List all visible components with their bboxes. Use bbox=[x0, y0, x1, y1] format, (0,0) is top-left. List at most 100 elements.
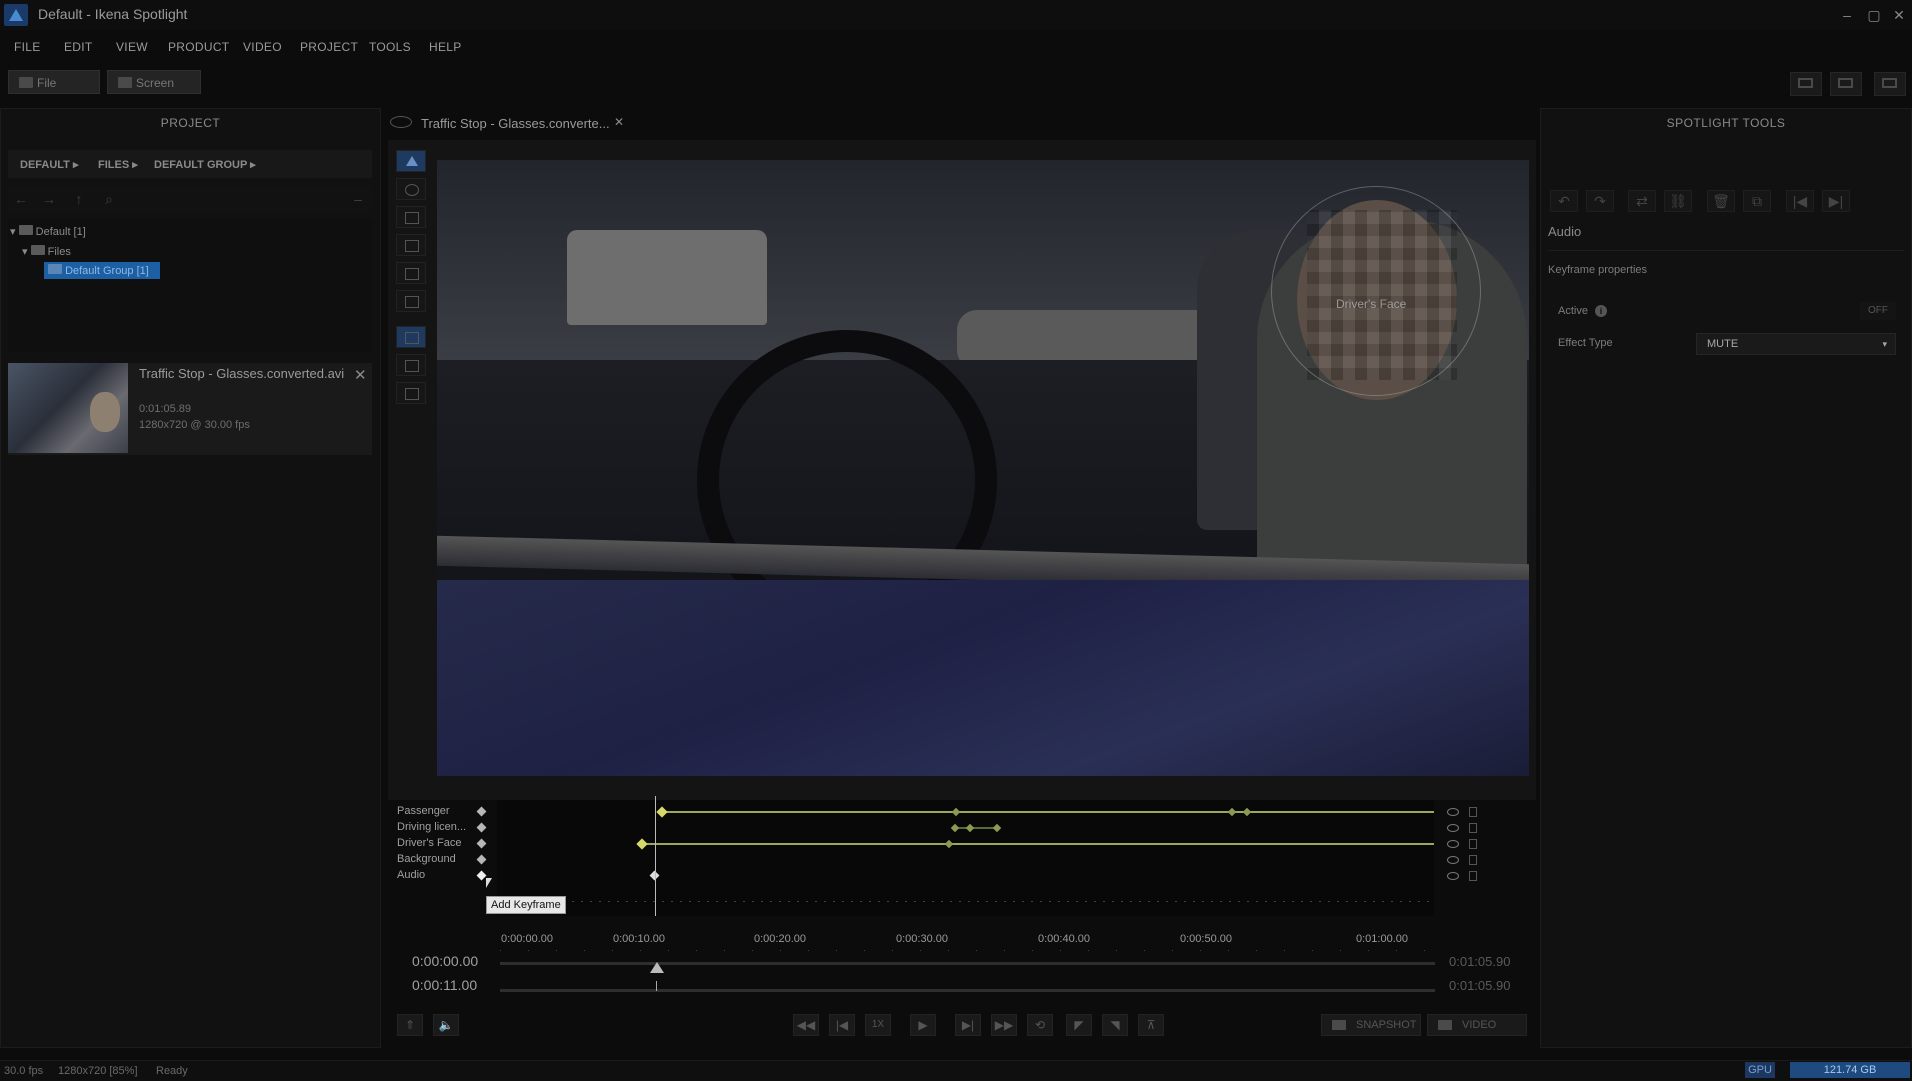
tick-label: 0:00:10.00 bbox=[613, 933, 665, 945]
menu-edit[interactable]: EDIT bbox=[64, 40, 93, 54]
door-panel-shape bbox=[437, 580, 1529, 776]
menu-project[interactable]: PROJECT bbox=[300, 40, 358, 54]
menu-video[interactable]: VIDEO bbox=[243, 40, 282, 54]
tree-item-default-group[interactable]: Default Group [1] bbox=[48, 264, 149, 277]
breadcrumb-files[interactable]: FILES ▸ bbox=[98, 158, 138, 171]
rectangle-tool-icon[interactable] bbox=[396, 206, 426, 228]
first-keyframe-icon[interactable]: |◀ bbox=[1786, 190, 1814, 212]
select-tool-icon[interactable] bbox=[396, 150, 426, 172]
track-label-audio[interactable]: Audio bbox=[397, 869, 425, 881]
delete-icon[interactable]: 🗑 bbox=[1707, 190, 1735, 212]
search-icon[interactable]: ⌕ bbox=[100, 191, 118, 207]
screen-mode-button[interactable]: Screen bbox=[107, 70, 201, 94]
step-forward-icon[interactable]: ▶| bbox=[955, 1014, 981, 1036]
video-layout-icon[interactable] bbox=[1830, 72, 1862, 96]
export-tool-icon[interactable] bbox=[396, 382, 426, 404]
tree-item-default[interactable]: ▾ Default [1] bbox=[10, 225, 86, 238]
file-resolution: 1280x720 @ 30.00 fps bbox=[139, 419, 250, 431]
redo-icon[interactable]: ↷ bbox=[1586, 190, 1614, 212]
mark-in-icon[interactable]: ◤ bbox=[1066, 1014, 1092, 1036]
speed-button[interactable]: 1X bbox=[865, 1014, 891, 1036]
effect-type-select[interactable]: MUTE ▾ bbox=[1696, 333, 1896, 355]
copy-icon[interactable]: ⧉ bbox=[1743, 190, 1771, 212]
back-arrow-icon[interactable]: ← bbox=[12, 191, 30, 207]
info-icon[interactable]: i bbox=[1595, 305, 1607, 317]
forward-arrow-icon[interactable]: → bbox=[40, 191, 58, 207]
add-keyframe-face[interactable] bbox=[476, 838, 487, 849]
trash-icon[interactable] bbox=[1469, 823, 1477, 833]
breadcrumb-default[interactable]: DEFAULT ▸ bbox=[20, 158, 78, 171]
overlay-tool-icon[interactable] bbox=[396, 354, 426, 376]
active-toggle[interactable]: OFF bbox=[1860, 302, 1896, 320]
tracks-area[interactable] bbox=[497, 800, 1434, 916]
menu-tools[interactable]: TOOLS bbox=[369, 40, 411, 54]
scrubber-handle[interactable] bbox=[650, 962, 664, 973]
expand-icon[interactable]: ⇑ bbox=[397, 1014, 423, 1036]
snapshot-button[interactable]: SNAPSHOT bbox=[1321, 1014, 1421, 1036]
add-keyframe-passenger[interactable] bbox=[476, 806, 487, 817]
clear-marks-icon[interactable]: ⊼ bbox=[1138, 1014, 1164, 1036]
trash-icon[interactable] bbox=[1469, 855, 1477, 865]
play-icon[interactable]: ▶ bbox=[910, 1014, 936, 1036]
menu-view[interactable]: VIEW bbox=[116, 40, 148, 54]
track-label-passenger[interactable]: Passenger bbox=[397, 805, 450, 817]
track-label-driving-licence[interactable]: Driving licen... bbox=[397, 821, 466, 833]
add-keyframe-driving[interactable] bbox=[476, 822, 487, 833]
up-arrow-icon[interactable]: ↑ bbox=[70, 191, 88, 207]
menu-help[interactable]: HELP bbox=[429, 40, 462, 54]
undo-icon[interactable]: ↶ bbox=[1550, 190, 1578, 212]
crop-tool-icon[interactable] bbox=[396, 290, 426, 312]
file-mode-button[interactable]: File bbox=[8, 70, 100, 94]
fast-forward-icon[interactable]: ▶▶ bbox=[991, 1014, 1017, 1036]
collapse-icon[interactable]: – bbox=[349, 191, 367, 207]
snapshot-label: SNAPSHOT bbox=[1356, 1019, 1417, 1031]
add-keyframe-audio[interactable] bbox=[476, 870, 487, 881]
tick-label: 0:00:20.00 bbox=[754, 933, 806, 945]
last-keyframe-icon[interactable]: ▶| bbox=[1822, 190, 1850, 212]
project-panel-title: PROJECT bbox=[160, 116, 221, 130]
monitor-icon[interactable] bbox=[1790, 72, 1822, 96]
frame-tool-icon[interactable] bbox=[396, 262, 426, 284]
timecode-end: 0:01:05.90 bbox=[1449, 954, 1511, 969]
eye-icon[interactable] bbox=[1447, 856, 1459, 864]
editor-tab-title[interactable]: Traffic Stop - Glasses.converte... bbox=[421, 116, 610, 131]
close-tab-icon[interactable]: ✕ bbox=[614, 115, 624, 129]
close-window-button[interactable]: ✕ bbox=[1886, 4, 1912, 26]
ellipse-tool-icon[interactable] bbox=[396, 178, 426, 200]
breadcrumb-default-group[interactable]: DEFAULT GROUP ▸ bbox=[154, 158, 256, 171]
minimize-button[interactable]: – bbox=[1834, 4, 1860, 26]
range-marker bbox=[656, 981, 657, 991]
timeline-scrubber[interactable] bbox=[500, 962, 1435, 965]
eye-icon[interactable] bbox=[1447, 872, 1459, 880]
mark-out-icon[interactable]: ◥ bbox=[1102, 1014, 1128, 1036]
add-keyframe-background[interactable] bbox=[476, 854, 487, 865]
trash-icon[interactable] bbox=[1469, 871, 1477, 881]
menu-file[interactable]: FILE bbox=[14, 40, 41, 54]
tree-item-files[interactable]: ▾ Files bbox=[22, 245, 71, 258]
remove-file-icon[interactable]: ✕ bbox=[354, 366, 367, 384]
eye-icon[interactable] bbox=[1447, 808, 1459, 816]
range-scrubber[interactable] bbox=[500, 989, 1435, 992]
spotlight-tools-panel bbox=[1540, 108, 1912, 1048]
eye-icon[interactable] bbox=[1447, 824, 1459, 832]
video-export-button[interactable]: VIDEO bbox=[1427, 1014, 1527, 1036]
trash-icon[interactable] bbox=[1469, 807, 1477, 817]
link-icon[interactable]: ⛓ bbox=[1664, 190, 1692, 212]
panel-layout-icon[interactable] bbox=[1874, 72, 1906, 96]
maximize-button[interactable]: ▢ bbox=[1861, 4, 1887, 26]
layers-tool-icon[interactable] bbox=[396, 326, 426, 348]
face-mask-ring[interactable] bbox=[1271, 186, 1481, 396]
tick-label: 0:01:00.00 bbox=[1356, 933, 1408, 945]
swap-icon[interactable]: ⇄ bbox=[1628, 190, 1656, 212]
volume-icon[interactable]: 🔈 bbox=[433, 1014, 459, 1036]
step-back-icon[interactable]: |◀ bbox=[829, 1014, 855, 1036]
trash-icon[interactable] bbox=[1469, 839, 1477, 849]
film-icon bbox=[1438, 1020, 1452, 1030]
menu-product[interactable]: PRODUCT bbox=[168, 40, 229, 54]
track-label-background[interactable]: Background bbox=[397, 853, 456, 865]
rewind-icon[interactable]: ◀◀ bbox=[793, 1014, 819, 1036]
loop-icon[interactable]: ⟲ bbox=[1027, 1014, 1053, 1036]
text-tool-icon[interactable] bbox=[396, 234, 426, 256]
eye-icon[interactable] bbox=[1447, 840, 1459, 848]
track-label-drivers-face[interactable]: Driver's Face bbox=[397, 837, 461, 849]
